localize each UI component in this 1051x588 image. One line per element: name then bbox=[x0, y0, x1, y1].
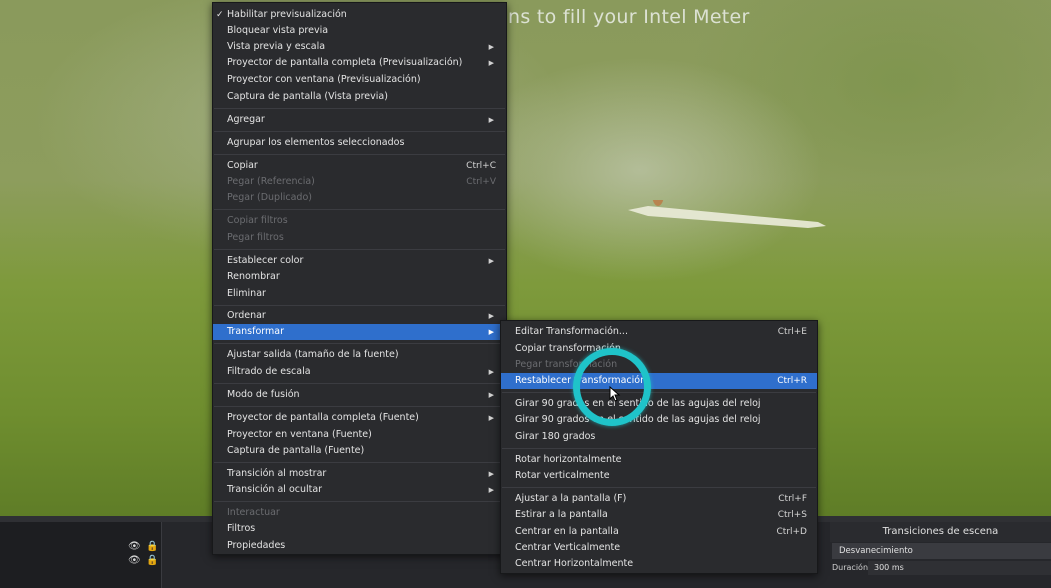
menu-item-eliminar[interactable]: Eliminar bbox=[213, 286, 506, 302]
menu-separator bbox=[214, 501, 505, 502]
menu-separator bbox=[214, 154, 505, 155]
transition-select[interactable]: Desvanecimiento bbox=[832, 543, 1051, 559]
submenu-arrow-icon: ▶ bbox=[488, 414, 494, 422]
menu-item-ordenar[interactable]: Ordenar ▶ bbox=[213, 308, 506, 324]
submenu-item-girar-90-antihorario[interactable]: Girar 90 grados en el sentido de las agu… bbox=[501, 412, 817, 428]
menu-separator bbox=[214, 108, 505, 109]
menu-item-transicion-mostrar[interactable]: Transición al mostrar ▶ bbox=[213, 466, 506, 482]
submenu-item-estirar-pantalla[interactable]: Estirar a la pantalla Ctrl+S bbox=[501, 507, 817, 523]
menu-separator bbox=[214, 305, 505, 306]
sources-panel: 👁 🔒 👁 🔒 bbox=[0, 522, 162, 588]
submenu-arrow-icon: ▶ bbox=[488, 257, 494, 265]
mouse-cursor-icon bbox=[609, 386, 621, 402]
source-row[interactable]: 👁 🔒 bbox=[0, 541, 162, 555]
submenu-arrow-icon: ▶ bbox=[488, 312, 494, 320]
menu-item-copiar[interactable]: Copiar Ctrl+C bbox=[213, 158, 506, 174]
eye-icon[interactable]: 👁 bbox=[128, 555, 141, 566]
check-icon: ✓ bbox=[216, 10, 224, 20]
menu-item-transformar[interactable]: Transformar ▶ bbox=[213, 324, 506, 340]
duration-label: Duración bbox=[832, 563, 869, 572]
transitions-panel-title: Transiciones de escena bbox=[830, 522, 1051, 542]
menu-separator bbox=[502, 487, 816, 488]
menu-separator bbox=[214, 131, 505, 132]
sword-graphic bbox=[628, 200, 826, 228]
menu-item-modo-fusion[interactable]: Modo de fusión ▶ bbox=[213, 387, 506, 403]
menu-item-vista-previa-escala[interactable]: Vista previa y escala ▶ bbox=[213, 39, 506, 55]
submenu-arrow-icon: ▶ bbox=[488, 43, 494, 51]
submenu-item-centrar-horizontal[interactable]: Centrar Horizontalmente bbox=[501, 556, 817, 572]
context-menu: ✓ Habilitar previsualización Bloquear vi… bbox=[212, 2, 507, 555]
submenu-arrow-icon: ▶ bbox=[488, 368, 494, 376]
submenu-item-editar-transformacion[interactable]: Editar Transformación... Ctrl+E bbox=[501, 324, 817, 340]
menu-item-captura-fuente[interactable]: Captura de pantalla (Fuente) bbox=[213, 443, 506, 459]
submenu-item-copiar-transformacion[interactable]: Copiar transformación bbox=[501, 341, 817, 357]
source-row[interactable]: 👁 🔒 bbox=[0, 555, 162, 569]
submenu-item-rotar-horizontal[interactable]: Rotar horizontalmente bbox=[501, 452, 817, 468]
submenu-item-centrar-vertical[interactable]: Centrar Verticalmente bbox=[501, 540, 817, 556]
submenu-item-rotar-vertical[interactable]: Rotar verticalmente bbox=[501, 468, 817, 484]
menu-item-transicion-ocultar[interactable]: Transición al ocultar ▶ bbox=[213, 482, 506, 498]
submenu-item-restablecer-transformacion[interactable]: Restablecer transformación Ctrl+R bbox=[501, 373, 817, 389]
submenu-item-girar-90-horario[interactable]: Girar 90 grados en el sentido de las agu… bbox=[501, 396, 817, 412]
submenu-item-centrar-pantalla[interactable]: Centrar en la pantalla Ctrl+D bbox=[501, 524, 817, 540]
submenu-arrow-icon: ▶ bbox=[488, 59, 494, 67]
submenu-item-girar-180[interactable]: Girar 180 grados bbox=[501, 429, 817, 445]
submenu-item-pegar-transformacion[interactable]: Pegar transformación bbox=[501, 357, 817, 373]
menu-item-filtros[interactable]: Filtros bbox=[213, 521, 506, 537]
menu-item-habilitar-previsualizacion[interactable]: ✓ Habilitar previsualización bbox=[213, 7, 506, 23]
preview-caption: ns to fill your Intel Meter bbox=[508, 6, 750, 28]
lock-icon[interactable]: 🔒 bbox=[146, 555, 158, 566]
duration-field[interactable]: 300 ms bbox=[868, 561, 1051, 575]
menu-item-pegar-duplicado[interactable]: Pegar (Duplicado) bbox=[213, 190, 506, 206]
submenu-arrow-icon: ▶ bbox=[488, 486, 494, 494]
menu-item-proyector-ventana-preview[interactable]: Proyector con ventana (Previsualización) bbox=[213, 72, 506, 88]
menu-item-interactuar[interactable]: Interactuar bbox=[213, 505, 506, 521]
menu-item-filtrado-escala[interactable]: Filtrado de escala ▶ bbox=[213, 364, 506, 380]
menu-item-bloquear-vista-previa[interactable]: Bloquear vista previa bbox=[213, 23, 506, 39]
menu-item-establecer-color[interactable]: Establecer color ▶ bbox=[213, 253, 506, 269]
submenu-arrow-icon: ▶ bbox=[488, 328, 494, 336]
menu-item-agregar[interactable]: Agregar ▶ bbox=[213, 112, 506, 128]
menu-item-pegar-filtros[interactable]: Pegar filtros bbox=[213, 230, 506, 246]
menu-item-propiedades[interactable]: Propiedades bbox=[213, 538, 506, 554]
submenu-arrow-icon: ▶ bbox=[488, 116, 494, 124]
menu-separator bbox=[214, 249, 505, 250]
submenu-arrow-icon: ▶ bbox=[488, 470, 494, 478]
menu-item-captura-vista-previa[interactable]: Captura de pantalla (Vista previa) bbox=[213, 89, 506, 105]
menu-item-agrupar[interactable]: Agrupar los elementos seleccionados bbox=[213, 135, 506, 151]
menu-separator bbox=[502, 448, 816, 449]
menu-separator bbox=[214, 406, 505, 407]
menu-item-renombrar[interactable]: Renombrar bbox=[213, 269, 506, 285]
menu-item-copiar-filtros[interactable]: Copiar filtros bbox=[213, 213, 506, 229]
menu-separator bbox=[214, 462, 505, 463]
transform-submenu: Editar Transformación... Ctrl+E Copiar tr… bbox=[500, 320, 818, 574]
menu-item-proyector-pantalla-completa-preview[interactable]: Proyector de pantalla completa (Previsua… bbox=[213, 55, 506, 71]
submenu-item-ajustar-pantalla[interactable]: Ajustar a la pantalla (F) Ctrl+F bbox=[501, 491, 817, 507]
menu-separator bbox=[214, 209, 505, 210]
submenu-arrow-icon: ▶ bbox=[488, 391, 494, 399]
menu-separator bbox=[502, 392, 816, 393]
menu-item-pegar-referencia[interactable]: Pegar (Referencia) Ctrl+V bbox=[213, 174, 506, 190]
eye-icon[interactable]: 👁 bbox=[128, 541, 141, 552]
lock-icon[interactable]: 🔒 bbox=[146, 541, 158, 552]
menu-separator bbox=[214, 383, 505, 384]
menu-item-proyector-pantalla-completa-fuente[interactable]: Proyector de pantalla completa (Fuente) ▶ bbox=[213, 410, 506, 426]
menu-separator bbox=[214, 343, 505, 344]
menu-item-proyector-ventana-fuente[interactable]: Proyector en ventana (Fuente) bbox=[213, 427, 506, 443]
menu-item-ajustar-salida[interactable]: Ajustar salida (tamaño de la fuente) bbox=[213, 347, 506, 363]
